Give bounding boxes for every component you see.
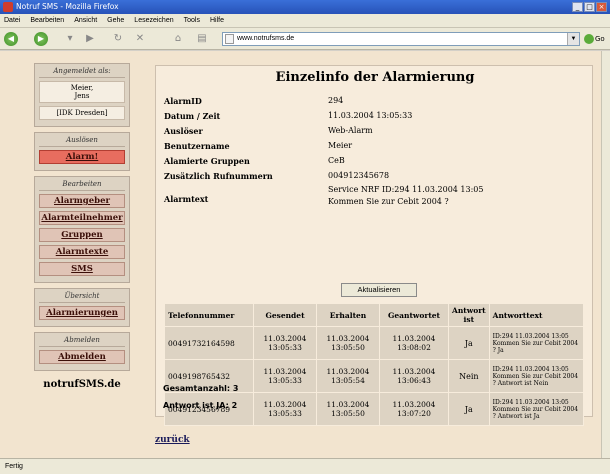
cell-reply: ID:294 11.03.2004 13:05 Kommen Sie zur C… (489, 360, 583, 392)
home-icon[interactable]: ⌂ (172, 33, 184, 45)
back-arrow-icon[interactable]: ◀ (4, 32, 18, 46)
gruppen-link[interactable]: Gruppen (39, 228, 125, 242)
cell-sent: 11.03.2004 13:05:33 (254, 393, 316, 425)
logout-heading: Abmelden (39, 336, 125, 347)
trigger-heading: Auslösen (39, 136, 125, 147)
reload-icon[interactable]: ↻ (112, 33, 124, 45)
refresh-button[interactable]: Aktualisieren (341, 283, 417, 297)
alarm-text-label: Alarmtext (164, 194, 209, 204)
menu-bearbeiten[interactable]: Bearbeiten (30, 17, 64, 24)
yes-count: Antwort ist JA: 2 (163, 401, 238, 410)
sms-link[interactable]: SMS (39, 262, 125, 276)
alarmtexte-link[interactable]: Alarmtexte (39, 245, 125, 259)
menu-hilfe[interactable]: Hilfe (210, 17, 224, 24)
menu-datei[interactable]: Datei (4, 17, 20, 24)
col-phone: Telefonnummer (165, 304, 253, 326)
cell-received: 11.03.2004 13:05:50 (317, 327, 379, 359)
logout-link[interactable]: Abmelden (39, 350, 125, 364)
username-label: Benutzername (164, 141, 230, 151)
alarm-id-label: AlarmID (164, 96, 202, 106)
alarm-link[interactable]: Alarm! (39, 150, 125, 164)
go-icon (584, 34, 594, 44)
menu-ansicht[interactable]: Ansicht (74, 17, 97, 24)
menu-gehe[interactable]: Gehe (107, 17, 124, 24)
cell-phone: 00491732164598 (165, 327, 253, 359)
page-icon (225, 34, 234, 44)
login-heading: Angemeldet als: (39, 67, 125, 78)
window-controls: _ □ × (572, 2, 607, 12)
edit-heading: Bearbeiten (39, 180, 125, 191)
url-input[interactable]: www.notrufsms.de ▼ (222, 32, 580, 46)
overview-heading: Übersicht (39, 292, 125, 303)
alarmierungen-link[interactable]: Alarmierungen (39, 306, 125, 320)
trigger-box: Auslösen Alarm! (34, 132, 130, 171)
menu-tools[interactable]: Tools (184, 17, 200, 24)
table-row: 00491732164598 11.03.2004 13:05:33 11.03… (165, 327, 583, 359)
status-bar: Fertig (0, 458, 610, 474)
navigation-toolbar: ◀ ▶ ▾ ▶ ↻ ✕ ⌂ ▤ www.notrufsms.de ▼ Go (0, 28, 610, 50)
menu-lesezeichen[interactable]: Lesezeichen (134, 17, 173, 24)
cell-received: 11.03.2004 13:05:50 (317, 393, 379, 425)
cell-reply: ID:294 11.03.2004 13:05 Kommen Sie zur C… (489, 327, 583, 359)
alarm-id-value: 294 (328, 96, 344, 105)
datetime-value: 11.03.2004 13:05:33 (328, 111, 413, 120)
groups-value: CeB (328, 156, 345, 165)
cell-answered: 11.03.2004 13:08:02 (380, 327, 448, 359)
cell-sent: 11.03.2004 13:05:33 (254, 360, 316, 392)
extra-numbers-value: 004912345678 (328, 171, 390, 180)
page-viewport: Angemeldet als: Meier, Jens [IDK Dresden… (0, 51, 610, 458)
col-received: Erhalten (317, 304, 379, 326)
cell-received: 11.03.2004 13:05:54 (317, 360, 379, 392)
window-titlebar: Notruf SMS - Mozilla Firefox _ □ × (0, 0, 610, 14)
go-button[interactable]: Go (584, 32, 610, 46)
cell-answer: Nein (449, 360, 489, 392)
firefox-icon (3, 2, 13, 12)
brand-logo-text: notrufSMS.de (43, 379, 121, 390)
page-title: Einzelinfo der Alarmierung (275, 70, 475, 85)
forward-gray-icon[interactable]: ▶ (84, 33, 96, 45)
user-name: Meier, Jens (39, 81, 125, 103)
col-sent: Gesendet (254, 304, 316, 326)
datetime-label: Datum / Zeit (164, 111, 221, 121)
cell-reply: ID:294 11.03.2004 13:05 Kommen Sie zur C… (489, 393, 583, 425)
dropdown-icon[interactable]: ▾ (64, 33, 76, 45)
groups-label: Alamierte Gruppen (164, 156, 250, 166)
cell-answer: Ja (449, 393, 489, 425)
extra-numbers-label: Zusätzlich Rufnummern (164, 171, 273, 181)
alarmteilnehmer-link[interactable]: Alarmteilnehmer (39, 211, 125, 225)
overview-box: Übersicht Alarmierungen (34, 288, 130, 327)
alarm-text-line2: Kommen Sie zur Cebit 2004 ? (328, 197, 449, 206)
alarmgeber-link[interactable]: Alarmgeber (39, 194, 125, 208)
col-answered: Geantwortet (380, 304, 448, 326)
forward-arrow-icon[interactable]: ▶ (34, 32, 48, 46)
sidebar: Angemeldet als: Meier, Jens [IDK Dresden… (34, 63, 130, 390)
vertical-scrollbar[interactable] (601, 51, 610, 458)
print-icon[interactable]: ▤ (196, 33, 208, 45)
username-value: Meier (328, 141, 353, 150)
stop-icon[interactable]: ✕ (134, 33, 146, 45)
close-button[interactable]: × (596, 2, 607, 12)
cell-answered: 11.03.2004 13:07:20 (380, 393, 448, 425)
url-dropdown-icon[interactable]: ▼ (567, 33, 579, 45)
menubar: Datei Bearbeiten Ansicht Gehe Lesezeiche… (0, 14, 610, 28)
col-answer: Antwort ist (449, 304, 489, 326)
alarm-text-line1: Service NRF ID:294 11.03.2004 13:05 (328, 185, 484, 194)
cell-sent: 11.03.2004 13:05:33 (254, 327, 316, 359)
window-title: Notruf SMS - Mozilla Firefox (16, 2, 119, 11)
user-org: [IDK Dresden] (39, 106, 125, 120)
cell-answered: 11.03.2004 13:06:43 (380, 360, 448, 392)
alarm-detail-panel: Einzelinfo der Alarmierung AlarmID 294 D… (155, 65, 593, 426)
total-count: Gesamtanzahl: 3 (163, 384, 239, 393)
table-header-row: Telefonnummer Gesendet Erhalten Geantwor… (165, 304, 583, 326)
col-reply-text: Antworttext (489, 304, 583, 326)
edit-box: Bearbeiten Alarmgeber Alarmteilnehmer Gr… (34, 176, 130, 283)
trigger-value: Web-Alarm (328, 126, 373, 135)
back-link[interactable]: zurück (155, 435, 190, 445)
trigger-label: Auslöser (164, 126, 203, 136)
logout-box: Abmelden Abmelden (34, 332, 130, 371)
cell-answer: Ja (449, 327, 489, 359)
login-box: Angemeldet als: Meier, Jens [IDK Dresden… (34, 63, 130, 127)
minimize-button[interactable]: _ (572, 2, 583, 12)
maximize-button[interactable]: □ (584, 2, 595, 12)
